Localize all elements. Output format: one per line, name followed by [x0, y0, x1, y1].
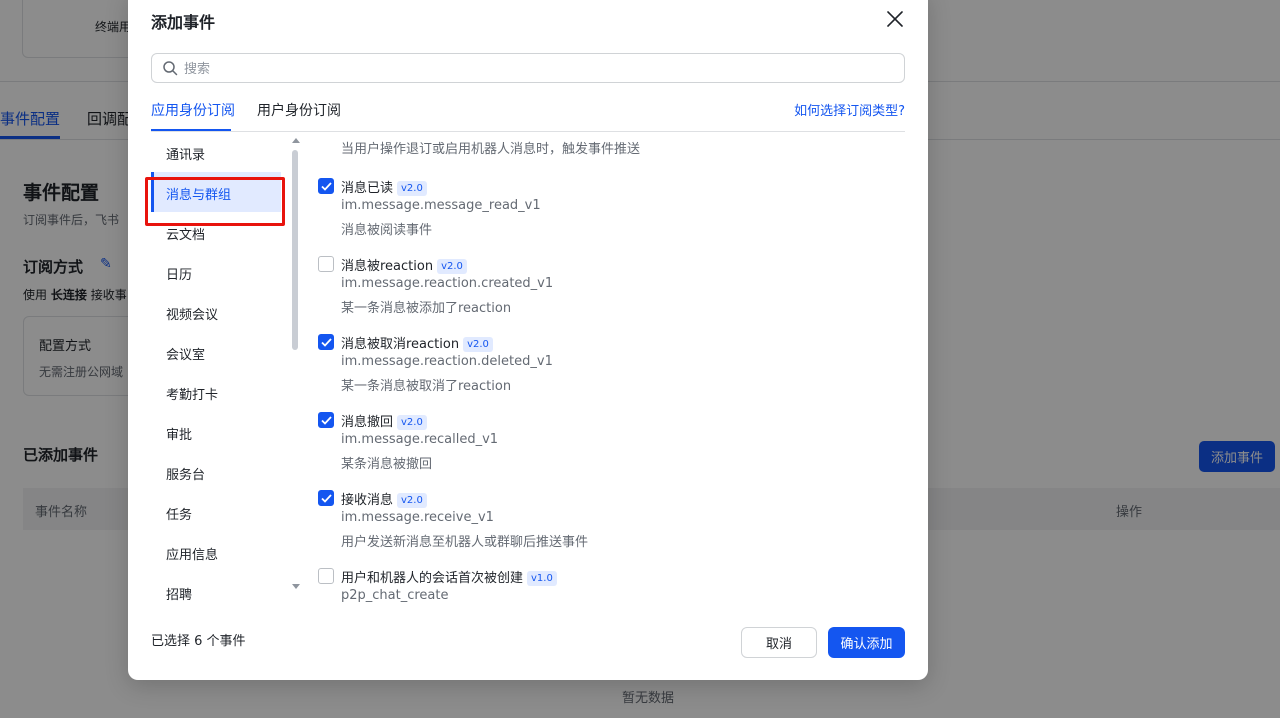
category-item-app-info[interactable]: 应用信息 [151, 532, 281, 572]
event-list: 当用户操作退订或启用机器人消息时，触发事件推送 消息已读 v2.0 im.mess… [318, 132, 908, 602]
event-name-text: 接收消息 [341, 493, 394, 508]
event-key: p2p_chat_create [341, 588, 449, 602]
selected-count: 已选择 6 个事件 [151, 634, 246, 649]
event-name: 接收消息 v2.0 [341, 489, 427, 508]
list-item[interactable]: 消息被取消reaction v2.0 im.message.reaction.de… [318, 332, 908, 404]
tab-ink [151, 129, 231, 131]
category-item-docs[interactable]: 云文档 [151, 212, 281, 252]
list-item[interactable]: 消息已读 v2.0 im.message.message_read_v1 消息被阅… [318, 176, 908, 248]
scroll-up-icon[interactable] [292, 138, 300, 143]
scroll-down-icon[interactable] [292, 584, 300, 589]
search-input[interactable] [184, 57, 884, 79]
event-key: im.message.reaction.deleted_v1 [341, 354, 553, 369]
event-checkbox[interactable] [318, 490, 334, 506]
category-item-recruit[interactable]: 招聘 [151, 572, 281, 602]
category-list: 通讯录 消息与群组 云文档 日历 视频会议 会议室 考勤打卡 审批 服务台 任务… [151, 132, 291, 602]
search-icon [163, 61, 178, 76]
category-item-contacts[interactable]: 通讯录 [151, 132, 281, 172]
category-item-task[interactable]: 任务 [151, 492, 281, 532]
category-scrollbar[interactable] [292, 138, 300, 593]
confirm-add-button[interactable]: 确认添加 [828, 627, 905, 658]
event-name: 消息已读 v2.0 [341, 177, 427, 196]
tab-user-identity[interactable]: 用户身份订阅 [257, 100, 341, 120]
list-item[interactable]: 用户和机器人的会话首次被创建 v1.0 p2p_chat_create [318, 566, 908, 602]
event-name: 用户和机器人的会话首次被创建 v1.0 [341, 567, 557, 586]
event-desc: 某条消息被撤回 [341, 457, 433, 472]
cancel-button[interactable]: 取消 [741, 627, 817, 658]
modal-title: 添加事件 [151, 13, 216, 32]
category-item-messages[interactable]: 消息与群组 [151, 172, 281, 212]
event-name-text: 消息已读 [341, 181, 394, 196]
event-key: im.message.receive_v1 [341, 510, 494, 525]
add-event-modal: 添加事件 应用身份订阅 用户身份订阅 如何选择订阅类型? 通讯录 消息与群组 云… [128, 0, 928, 680]
event-key: im.message.recalled_v1 [341, 432, 499, 447]
version-badge: v2.0 [437, 259, 467, 274]
category-item-video-meeting[interactable]: 视频会议 [151, 292, 281, 332]
version-badge: v2.0 [397, 415, 427, 430]
list-item[interactable]: 消息被reaction v2.0 im.message.reaction.crea… [318, 254, 908, 326]
category-item-approval[interactable]: 审批 [151, 412, 281, 452]
category-item-attendance[interactable]: 考勤打卡 [151, 372, 281, 412]
version-badge: v2.0 [397, 181, 427, 196]
category-item-helpdesk[interactable]: 服务台 [151, 452, 281, 492]
help-link[interactable]: 如何选择订阅类型? [794, 100, 905, 119]
search-box [151, 53, 905, 83]
category-item-calendar[interactable]: 日历 [151, 252, 281, 292]
close-icon[interactable] [884, 8, 906, 30]
event-desc: 用户发送新消息至机器人或群聊后推送事件 [341, 535, 589, 550]
event-name: 消息撤回 v2.0 [341, 411, 427, 430]
version-badge: v2.0 [397, 493, 427, 508]
event-checkbox[interactable] [318, 568, 334, 584]
event-desc: 某一条消息被取消了reaction [341, 379, 512, 394]
event-checkbox[interactable] [318, 178, 334, 194]
tab-app-identity[interactable]: 应用身份订阅 [151, 100, 235, 120]
event-name: 消息被reaction v2.0 [341, 255, 467, 274]
event-checkbox[interactable] [318, 412, 334, 428]
subscription-tabs: 应用身份订阅 用户身份订阅 如何选择订阅类型? [151, 96, 905, 132]
event-name-text: 消息撤回 [341, 415, 394, 430]
event-name-text: 消息被取消reaction [341, 337, 460, 352]
list-item[interactable]: 接收消息 v2.0 im.message.receive_v1 用户发送新消息至机… [318, 488, 908, 560]
event-key: im.message.message_read_v1 [341, 198, 541, 213]
scroll-thumb[interactable] [292, 150, 298, 350]
version-badge: v2.0 [463, 337, 493, 352]
event-name-text: 用户和机器人的会话首次被创建 [341, 571, 524, 586]
event-name: 消息被取消reaction v2.0 [341, 333, 493, 352]
list-item[interactable]: 消息撤回 v2.0 im.message.recalled_v1 某条消息被撤回 [318, 410, 908, 482]
version-badge: v1.0 [527, 571, 557, 586]
event-checkbox[interactable] [318, 256, 334, 272]
event-name-text: 消息被reaction [341, 259, 434, 274]
event-desc: 某一条消息被添加了reaction [341, 301, 512, 316]
event-checkbox[interactable] [318, 334, 334, 350]
partial-event-desc: 当用户操作退订或启用机器人消息时，触发事件推送 [341, 142, 641, 157]
event-key: im.message.reaction.created_v1 [341, 276, 554, 291]
category-item-meeting-room[interactable]: 会议室 [151, 332, 281, 372]
event-desc: 消息被阅读事件 [341, 223, 433, 238]
